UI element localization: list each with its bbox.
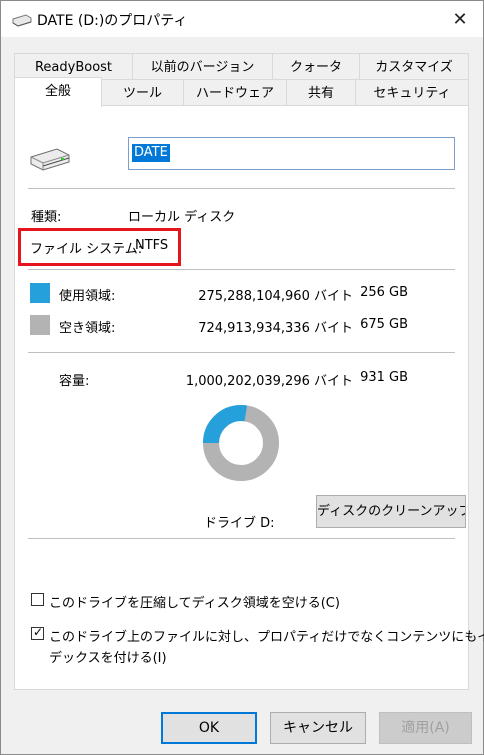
free-space-swatch bbox=[30, 315, 50, 335]
used-space-bytes: 275,288,104,960 バイト bbox=[198, 289, 353, 304]
usage-donut-chart bbox=[203, 405, 279, 481]
used-space-size: 256 GB bbox=[360, 285, 408, 300]
title-bar: DATE (D:)のプロパティ ✕ bbox=[1, 1, 483, 37]
tab-quota[interactable]: クォータ bbox=[272, 53, 360, 81]
capacity-bytes: 1,000,202,039,296 バイト bbox=[185, 374, 353, 389]
index-label-line2: デックスを付ける(I) bbox=[49, 651, 167, 666]
tab-security[interactable]: セキュリティ bbox=[355, 79, 469, 107]
divider bbox=[28, 352, 455, 353]
free-space-size: 675 GB bbox=[360, 317, 408, 332]
tab-general[interactable]: 全般 bbox=[14, 77, 102, 107]
divider bbox=[28, 269, 455, 270]
compress-label: このドライブを圧縮してディスク領域を空ける(C) bbox=[49, 596, 340, 611]
free-space-label: 空き領域: bbox=[59, 321, 116, 336]
checkmark-icon: ✓ bbox=[33, 625, 44, 639]
tab-customize[interactable]: カスタマイズ bbox=[359, 53, 469, 81]
window-title: DATE (D:)のプロパティ bbox=[37, 13, 188, 29]
tab-tools[interactable]: ツール bbox=[101, 79, 184, 107]
tab-sharing[interactable]: 共有 bbox=[286, 79, 356, 107]
close-button[interactable]: ✕ bbox=[437, 1, 483, 37]
divider bbox=[28, 538, 455, 539]
capacity-label: 容量: bbox=[59, 374, 90, 389]
drive-name-value: DATE bbox=[132, 144, 170, 162]
index-checkbox[interactable]: ✓ bbox=[31, 625, 44, 640]
apply-button[interactable]: 適用(A) bbox=[379, 712, 472, 744]
divider bbox=[28, 188, 455, 189]
index-label-line1: このドライブ上のファイルに対し、プロパティだけでなくコンテンツにもイン bbox=[49, 630, 484, 645]
tab-hardware[interactable]: ハードウェア bbox=[183, 79, 287, 107]
used-space-swatch bbox=[30, 283, 50, 303]
properties-window: DATE (D:)のプロパティ ✕ ReadyBoost 以前のバージョン クォ… bbox=[0, 0, 484, 755]
hard-drive-icon bbox=[30, 148, 70, 171]
drive-letter-label: ドライブ D: bbox=[204, 516, 275, 531]
capacity-size: 931 GB bbox=[360, 370, 408, 385]
drive-icon bbox=[12, 14, 32, 27]
tab-previous-versions[interactable]: 以前のバージョン bbox=[132, 53, 273, 81]
highlight-box bbox=[18, 228, 181, 266]
disk-cleanup-button[interactable]: ディスクのクリーンアップ(D) bbox=[316, 495, 466, 528]
cancel-button[interactable]: キャンセル bbox=[270, 712, 366, 744]
compress-checkbox[interactable] bbox=[31, 593, 44, 606]
ok-button[interactable]: OK bbox=[161, 712, 257, 744]
used-space-label: 使用領域: bbox=[59, 289, 116, 304]
free-space-bytes: 724,913,934,336 バイト bbox=[198, 321, 353, 336]
close-icon: ✕ bbox=[452, 8, 468, 30]
type-value: ローカル ディスク bbox=[128, 210, 236, 225]
drive-name-input[interactable]: DATE bbox=[128, 137, 455, 170]
type-label: 種類: bbox=[31, 210, 62, 225]
